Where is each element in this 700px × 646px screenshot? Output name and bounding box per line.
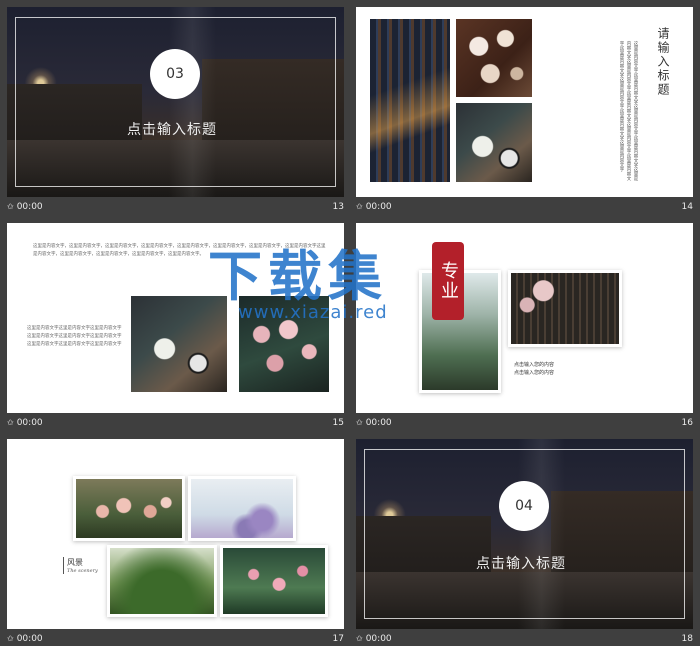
slide-thumbnail-16[interactable]: 点击输入您的内容 点击输入您的内容: [356, 223, 693, 413]
slide-thumbnail-13[interactable]: 03 点击输入标题: [7, 7, 344, 197]
section-number-badge: 04: [499, 481, 549, 531]
slide-timing: 00:00: [16, 634, 43, 644]
slide-info-bar-14: ✩ 00:00 14: [356, 200, 693, 214]
body-text: 这里是内容文字这里是内容文字这里是内容文字这里是内容文字这里是内容文字这里是内容…: [619, 41, 638, 181]
slide-number: 14: [681, 202, 693, 212]
section-number-badge: 03: [150, 49, 200, 99]
slide-number: 13: [332, 202, 344, 212]
transition-star-icon: ✩: [7, 202, 14, 211]
slide-number: 16: [681, 418, 693, 428]
scenery-label: 风景 The scenery: [63, 557, 98, 574]
jacaranda-sky-photo: [191, 479, 293, 538]
transition-star-icon: ✩: [7, 418, 14, 427]
street-photo: [370, 19, 450, 182]
slide-timing: 00:00: [365, 202, 392, 212]
slide-number: 18: [681, 634, 693, 644]
image-caption-1: 点击输入您的内容: [514, 362, 555, 368]
body-text-left: 这里是内容文字这里是内容文字这里是内容文字这里是内容文字这里是内容文字这里是内容…: [27, 326, 122, 347]
slide-timing: 00:00: [16, 202, 43, 212]
slide-info-bar-16: ✩ 00:00 16: [356, 416, 693, 430]
slide-thumbnail-17[interactable]: [7, 439, 344, 629]
slide-info-bar-15: ✩ 00:00 15: [7, 416, 344, 430]
slide-title: 点击输入标题: [476, 556, 566, 572]
slide-info-bar-18: ✩ 00:00 18: [356, 632, 693, 646]
watermark-seal: 专业: [432, 242, 464, 320]
slide-number: 17: [332, 634, 344, 644]
slide-number: 15: [332, 418, 344, 428]
garden-flowers-photo: [223, 548, 325, 614]
slide-timing: 00:00: [16, 418, 43, 428]
title-frame: [364, 449, 685, 619]
slide-title: 点击输入标题: [127, 122, 217, 138]
transition-star-icon: ✩: [356, 202, 363, 211]
slide-timing: 00:00: [365, 634, 392, 644]
slide-info-bar-17: ✩ 00:00 17: [7, 632, 344, 646]
watermark-url: www.xiazai.red: [238, 302, 388, 323]
transition-star-icon: ✩: [7, 634, 14, 643]
watermark-title: 下载集: [208, 245, 388, 308]
image-caption-2: 点击输入您的内容: [514, 370, 555, 376]
table-flowers-photo: [456, 19, 532, 97]
slide-title: 请输入标题: [656, 27, 670, 97]
title-frame: [15, 17, 336, 187]
shop-blossom-photo: [511, 273, 619, 344]
slide-timing: 00:00: [365, 418, 392, 428]
slide-info-bar-13: ✩ 00:00 13: [7, 200, 344, 214]
slide-thumbnail-14[interactable]: 这里是内容文字这里是内容文字这里是内容文字这里是内容文字这里是内容文字这里是内容…: [356, 7, 693, 197]
scenery-label-en: The scenery: [67, 568, 98, 574]
green-bokeh-photo: [110, 548, 214, 614]
scenery-label-cn: 风景: [67, 558, 83, 567]
slide-thumbnail-18[interactable]: 04 点击输入标题: [356, 439, 693, 629]
transition-star-icon: ✩: [356, 634, 363, 643]
coffee-cup-photo: [456, 103, 532, 182]
transition-star-icon: ✩: [356, 418, 363, 427]
roses-photo: [76, 479, 182, 538]
